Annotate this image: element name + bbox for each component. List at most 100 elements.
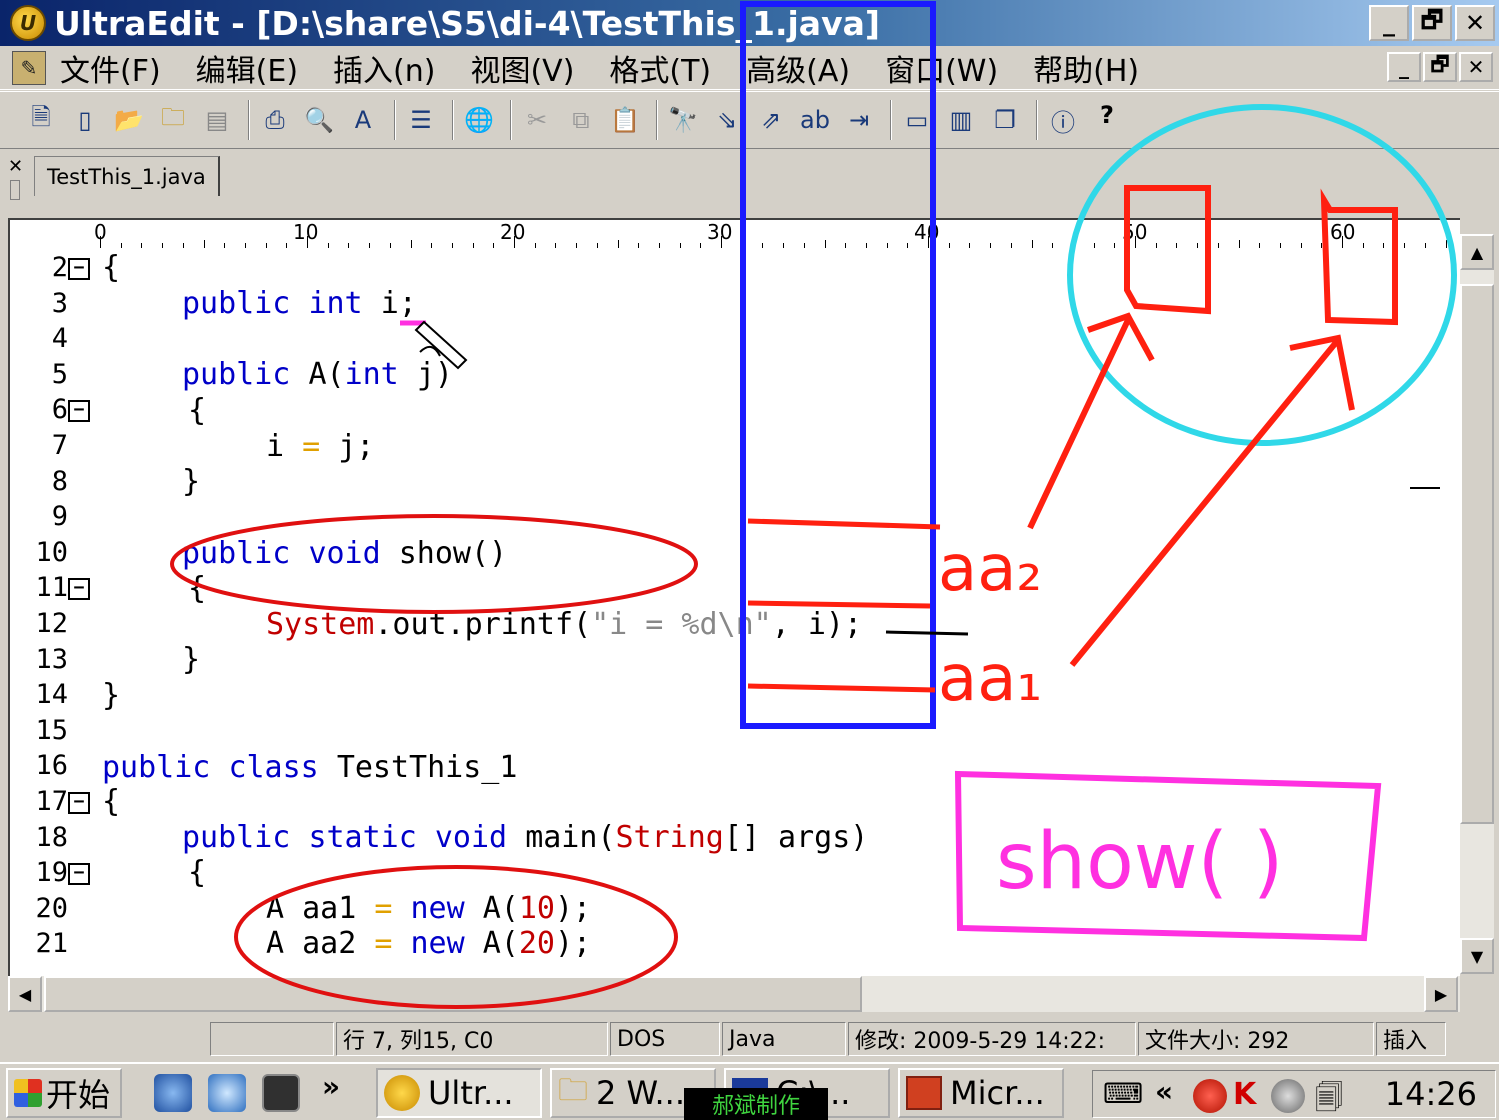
ie-icon[interactable] [208, 1074, 246, 1112]
close-button[interactable]: ✕ [1455, 5, 1495, 41]
toolbar: 🗎 ▯ 📂 🗀 ▤ ⎙ 🔍 A ☰ 🌐 ✂ ⧉ 📋 🔭 ⇘ ⇗ ab ⇥ ▭ ▥… [0, 91, 1499, 149]
start-button[interactable]: 开始 [6, 1068, 122, 1118]
menu-view[interactable]: 视图(V) [470, 46, 574, 90]
quicklaunch-chevron[interactable]: » [322, 1070, 340, 1103]
status-line-ending: DOS [610, 1022, 720, 1056]
code-line-14: } [102, 678, 121, 713]
ruler-label: 30 [707, 220, 733, 244]
scroll-down-button[interactable]: ▼ [1460, 938, 1494, 974]
print-icon[interactable]: ⎙ [256, 101, 294, 139]
scroll-left-button[interactable]: ◀ [8, 976, 42, 1012]
network-icon[interactable] [1271, 1079, 1305, 1113]
line-number: 15 [35, 714, 68, 746]
task-powerpoint[interactable]: Micr... [898, 1068, 1064, 1118]
menu-advanced[interactable]: 高级(A) [746, 46, 850, 90]
spell-icon[interactable]: A [344, 101, 382, 139]
gutter-line: 4 [10, 323, 100, 359]
tile-horizontal-icon[interactable]: ▭ [898, 101, 936, 139]
horizontal-scroll-thumb[interactable] [44, 976, 862, 1012]
fold-toggle-icon[interactable]: − [68, 258, 90, 280]
wrap-icon[interactable]: ☰ [402, 101, 440, 139]
menu-format[interactable]: 格式(T) [609, 46, 711, 90]
replace-icon[interactable]: ab [796, 101, 834, 139]
tray-chevron[interactable]: « [1155, 1075, 1173, 1108]
ruler-label: 40 [914, 220, 940, 244]
mdi-minimize-button[interactable]: _ [1387, 52, 1421, 82]
find-prev-icon[interactable]: ⇗ [752, 101, 790, 139]
column-ruler: 0 10 20 30 40 50 60 [8, 218, 1460, 248]
fold-toggle-icon[interactable]: − [68, 792, 90, 814]
line-number: 9 [51, 501, 68, 533]
tab-testthis-1-java[interactable]: TestThis_1.java [34, 156, 220, 196]
ruler-tick [1445, 240, 1447, 248]
mdi-restore-button[interactable]: 🗗 [1423, 52, 1457, 82]
toolbar-separator [248, 100, 250, 140]
fold-toggle-icon[interactable]: − [68, 400, 90, 423]
desktop-icon[interactable] [154, 1074, 192, 1112]
folder-icon: 🗀 [558, 1072, 588, 1108]
status-modified: 修改: 2009-5-29 14:22: [848, 1022, 1136, 1056]
media-icon[interactable] [262, 1074, 300, 1112]
find-icon[interactable]: 🔭 [664, 101, 702, 139]
document-icon[interactable]: ✎ [12, 50, 46, 85]
tab-pin-icon[interactable] [10, 180, 20, 200]
fold-toggle-icon[interactable]: − [68, 863, 90, 886]
ruler-tick [100, 236, 101, 248]
code-line-16: public class TestThis_1 [102, 750, 518, 785]
print-preview-icon[interactable]: 🔍 [300, 101, 338, 139]
paste-icon[interactable]: 📋 [606, 101, 644, 139]
k-icon[interactable]: K [1233, 1077, 1256, 1112]
minimize-button[interactable]: _ [1369, 5, 1409, 41]
copy-icon[interactable]: ⧉ [562, 101, 600, 139]
menu-help[interactable]: 帮助(H) [1033, 46, 1139, 90]
code-editor[interactable]: { public int i; public A(int j) { i = j;… [8, 248, 1460, 976]
scroll-up-button[interactable]: ▲ [1460, 234, 1494, 270]
open-folder-icon[interactable]: 🗀 [154, 101, 192, 139]
find-next-icon[interactable]: ⇘ [708, 101, 746, 139]
menu-file[interactable]: 文件(F) [60, 46, 161, 90]
antivirus-icon[interactable] [1193, 1079, 1227, 1113]
new-icon[interactable]: 🗎 [22, 101, 60, 139]
status-position: 行 7, 列15, C0 [336, 1022, 608, 1056]
line-number: 5 [51, 358, 68, 390]
menu-window[interactable]: 窗口(W) [885, 46, 998, 90]
line-number: 13 [35, 643, 68, 675]
toolbar-separator [890, 100, 892, 140]
ruler-label: 10 [293, 220, 319, 244]
horizontal-scrollbar[interactable]: ◀ ▶ [8, 976, 1460, 1012]
cut-icon[interactable]: ✂ [518, 101, 556, 139]
code-line-5: public A(int j) [182, 357, 453, 392]
web-icon[interactable]: 🌐 [460, 101, 498, 139]
safe-remove-icon[interactable]: 🗐 [1315, 1077, 1343, 1120]
ruler-tick [1135, 236, 1136, 248]
keyboard-icon[interactable]: ⌨ [1103, 1077, 1143, 1110]
gutter-line: 6− [10, 394, 100, 430]
vertical-scroll-thumb[interactable] [1460, 284, 1494, 824]
gutter-line: 18 [10, 822, 100, 858]
info-icon[interactable]: ⓘ [1044, 101, 1082, 139]
help-icon[interactable]: ? [1088, 101, 1126, 139]
tab-strip: ✕ TestThis_1.java [0, 150, 1499, 206]
toolbar-separator [1036, 100, 1038, 140]
open-icon[interactable]: 📂 [110, 101, 148, 139]
tab-close-icon[interactable]: ✕ [8, 156, 23, 177]
code-line-18: public static void main(String[] args) [182, 820, 869, 855]
restore-button[interactable]: 🗗 [1412, 5, 1452, 41]
gutter-line: 15 [10, 715, 100, 751]
scroll-right-button[interactable]: ▶ [1424, 976, 1458, 1012]
task-ultraedit[interactable]: Ultr... [376, 1068, 542, 1118]
line-number: 11 [35, 572, 68, 604]
menu-edit[interactable]: 编辑(E) [196, 46, 298, 90]
ultraedit-icon[interactable]: U [10, 5, 46, 41]
fold-toggle-icon[interactable]: − [68, 578, 90, 601]
menu-insert[interactable]: 插入(n) [333, 46, 435, 90]
cascade-icon[interactable]: ❐ [986, 101, 1024, 139]
line-number: 16 [35, 750, 68, 782]
new-file-icon[interactable]: ▯ [66, 101, 104, 139]
goto-icon[interactable]: ⇥ [840, 101, 878, 139]
save-icon[interactable]: ▤ [198, 101, 236, 139]
vertical-scrollbar[interactable]: ▲ ▼ [1460, 234, 1494, 974]
code-line-10: public void show() [182, 536, 508, 571]
mdi-close-button[interactable]: ✕ [1459, 52, 1493, 82]
tile-vertical-icon[interactable]: ▥ [942, 101, 980, 139]
